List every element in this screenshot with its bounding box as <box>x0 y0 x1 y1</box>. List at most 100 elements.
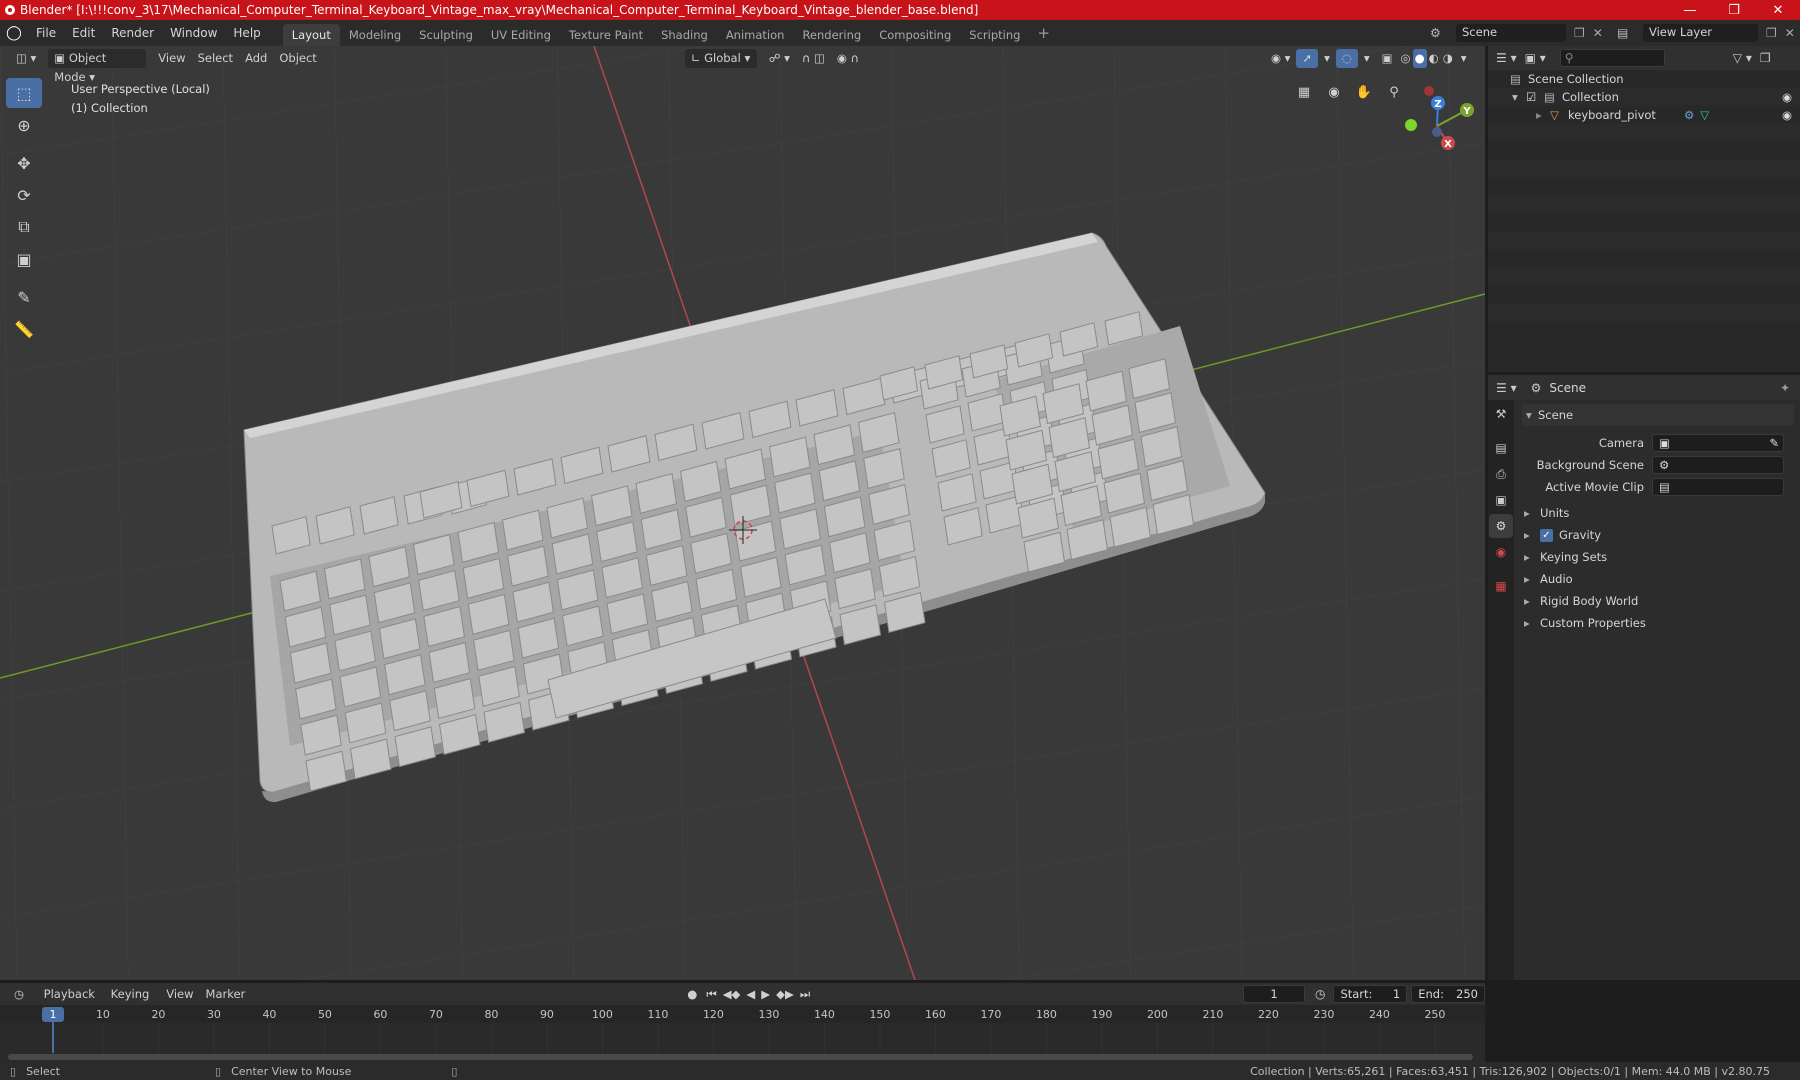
close-icon[interactable]: ✕ <box>1756 0 1800 20</box>
rotate-tool-icon[interactable]: ⟳ <box>6 180 42 210</box>
visibility-icon[interactable]: ◉ ▾ <box>1265 49 1296 68</box>
tab-modeling[interactable]: Modeling <box>340 24 410 46</box>
grid-view-icon[interactable]: ▦ <box>1292 80 1316 104</box>
scene-selector[interactable]: ⚙ Scene ❐ ✕ <box>1430 23 1610 43</box>
menu-help[interactable]: Help <box>225 20 268 46</box>
play-icon[interactable]: ▶ <box>758 985 773 1004</box>
rigid-body-world-panel[interactable]: ▸ Rigid Body World <box>1522 590 1794 612</box>
material-shading-icon[interactable]: ◐ <box>1427 49 1441 68</box>
display-mode-icon[interactable]: ▣ ▾ <box>1525 51 1546 65</box>
custom-properties-panel[interactable]: ▸ Custom Properties <box>1522 612 1794 634</box>
tab-layout[interactable]: Layout <box>282 24 340 46</box>
timeline-view-menu[interactable]: View <box>160 985 199 1004</box>
outliner-row-collection[interactable]: ▾ ☑ ▤ Collection ◉ <box>1488 88 1800 106</box>
menu-render[interactable]: Render <box>103 20 162 46</box>
filter-icon[interactable]: ▽ ▾ <box>1733 51 1752 65</box>
background-scene-field[interactable]: ⚙ <box>1652 456 1784 474</box>
eye-icon[interactable]: ◉ <box>1782 108 1792 122</box>
pan-hand-icon[interactable]: ✋ <box>1352 80 1376 104</box>
next-keyframe-icon[interactable]: ◆▶ <box>773 985 797 1004</box>
tab-rendering[interactable]: Rendering <box>793 24 870 46</box>
add-workspace-icon[interactable]: + <box>1029 20 1058 46</box>
tab-scripting[interactable]: Scripting <box>960 24 1029 46</box>
overlays-icon[interactable]: ◌ <box>1335 48 1358 68</box>
output-tab-icon[interactable]: ⎙ <box>1489 462 1513 486</box>
view-layer-name-field[interactable]: View Layer <box>1643 24 1758 42</box>
mode-dropdown[interactable]: ▣ Object Mode ▾ <box>48 48 147 84</box>
delete-view-layer-icon[interactable]: ✕ <box>1785 26 1795 40</box>
transform-orientation-dropdown[interactable]: ∟ Global ▾ <box>684 48 757 68</box>
new-collection-icon[interactable]: ❐ <box>1760 51 1771 65</box>
measure-tool-icon[interactable]: 📏 <box>6 314 42 344</box>
audio-panel[interactable]: ▸ Audio <box>1522 568 1794 590</box>
snap-icon[interactable]: ∩ ◫ <box>796 49 831 68</box>
outliner-editor-icon[interactable]: ☰ ▾ <box>1496 51 1517 65</box>
menu-select[interactable]: Select <box>192 49 239 68</box>
keying-menu[interactable]: Keying ▾ <box>105 985 161 1020</box>
transform-tool-icon[interactable]: ▣ <box>6 244 42 274</box>
tab-texture-paint[interactable]: Texture Paint <box>560 24 652 46</box>
new-scene-icon[interactable]: ❐ <box>1574 26 1585 40</box>
clock-icon[interactable]: ◷ <box>1315 987 1325 1001</box>
record-icon[interactable]: ● <box>681 985 703 1004</box>
checkbox-icon[interactable]: ☑ <box>1526 90 1544 104</box>
editor-type-icon[interactable]: ◫ ▾ <box>10 49 42 68</box>
menu-object[interactable]: Object <box>273 49 322 68</box>
proportional-edit-icon[interactable]: ◉ ∩ <box>831 49 865 68</box>
jump-start-icon[interactable]: ⏮ <box>703 985 719 1004</box>
tool-tab-icon[interactable]: ⚒ <box>1489 402 1513 426</box>
tab-sculpting[interactable]: Sculpting <box>410 24 482 46</box>
delete-scene-icon[interactable]: ✕ <box>1593 26 1603 40</box>
active-clip-field[interactable]: ▤ <box>1652 478 1784 496</box>
eye-icon[interactable]: ◉ <box>1782 90 1792 104</box>
gizmo-dropdown-icon[interactable]: ▾ <box>1318 49 1336 68</box>
move-tool-icon[interactable]: ✥ <box>6 148 42 178</box>
menu-window[interactable]: Window <box>162 20 225 46</box>
scene-panel-header[interactable]: ▾ Scene <box>1522 404 1794 426</box>
select-box-tool-icon[interactable]: ⬚ <box>6 78 42 108</box>
outliner-row-keyboard-pivot[interactable]: ▸ ▽ keyboard_pivot ⚙ ▽ ◉ <box>1488 106 1800 124</box>
frame-ruler[interactable]: 1 10 20 30 40 50 60 70 80 90 100 110 120 130 140 150 160… <box>0 1005 1485 1062</box>
zoom-icon[interactable]: ⚲ <box>1382 80 1406 104</box>
prev-keyframe-icon[interactable]: ◀◆ <box>720 985 744 1004</box>
blender-menu-icon[interactable]: ◯ <box>0 25 28 41</box>
eyedropper-icon[interactable]: ✎ <box>1769 436 1779 450</box>
current-frame-field[interactable]: 1 <box>1243 985 1305 1003</box>
view-layer-selector[interactable]: ▤ View Layer ❐ ✕ <box>1617 23 1797 43</box>
overlays-dropdown-icon[interactable]: ▾ <box>1358 49 1376 68</box>
tab-animation[interactable]: Animation <box>717 24 794 46</box>
timeline-body[interactable]: 1 10 20 30 40 50 60 70 80 90 100 110 120 130 140 150 160… <box>0 1005 1485 1062</box>
view-layer-tab-icon[interactable]: ▣ <box>1489 488 1513 512</box>
properties-editor-icon[interactable]: ☰ ▾ <box>1496 381 1517 395</box>
keying-sets-panel[interactable]: ▸ Keying Sets <box>1522 546 1794 568</box>
cursor-tool-icon[interactable]: ⊕ <box>6 110 42 140</box>
scale-tool-icon[interactable]: ⧉ <box>6 212 42 242</box>
texture-tab-icon[interactable]: ▦ <box>1489 574 1513 598</box>
menu-view[interactable]: View <box>152 49 191 68</box>
timeline-editor-icon[interactable]: ◷ ▾ <box>8 985 38 1020</box>
world-tab-icon[interactable]: ◉ <box>1489 540 1513 564</box>
gravity-panel[interactable]: ▸ ✓ Gravity <box>1522 524 1794 546</box>
xray-icon[interactable]: ▣ <box>1376 49 1399 68</box>
playback-menu[interactable]: Playback ▾ <box>38 985 105 1020</box>
end-frame-field[interactable]: End: 250 <box>1411 985 1485 1003</box>
marker-menu[interactable]: Marker <box>200 985 252 1004</box>
pivot-point-icon[interactable]: ☍ ▾ <box>763 49 796 68</box>
outliner-row-scene-collection[interactable]: ▤ Scene Collection <box>1488 70 1800 88</box>
pin-icon[interactable]: ✦ <box>1780 381 1790 395</box>
render-tab-icon[interactable]: ▤ <box>1489 436 1513 460</box>
expand-arrow-icon[interactable]: ▸ <box>1536 108 1550 122</box>
menu-add[interactable]: Add <box>239 49 273 68</box>
expand-arrow-icon[interactable]: ▾ <box>1512 90 1526 104</box>
jump-end-icon[interactable]: ⏭ <box>797 985 813 1004</box>
outliner-search-input[interactable]: ⚲ <box>1559 49 1665 67</box>
shading-dropdown-icon[interactable]: ▾ <box>1455 49 1473 68</box>
wireframe-shading-icon[interactable]: ◎ <box>1399 49 1413 68</box>
tab-uv-editing[interactable]: UV Editing <box>482 24 560 46</box>
tab-compositing[interactable]: Compositing <box>870 24 960 46</box>
annotate-tool-icon[interactable]: ✎ <box>6 282 42 312</box>
menu-edit[interactable]: Edit <box>64 20 103 46</box>
scene-name-field[interactable]: Scene <box>1456 24 1566 42</box>
3d-viewport[interactable]: Z Y X <box>0 46 1485 980</box>
menu-file[interactable]: File <box>28 20 64 46</box>
